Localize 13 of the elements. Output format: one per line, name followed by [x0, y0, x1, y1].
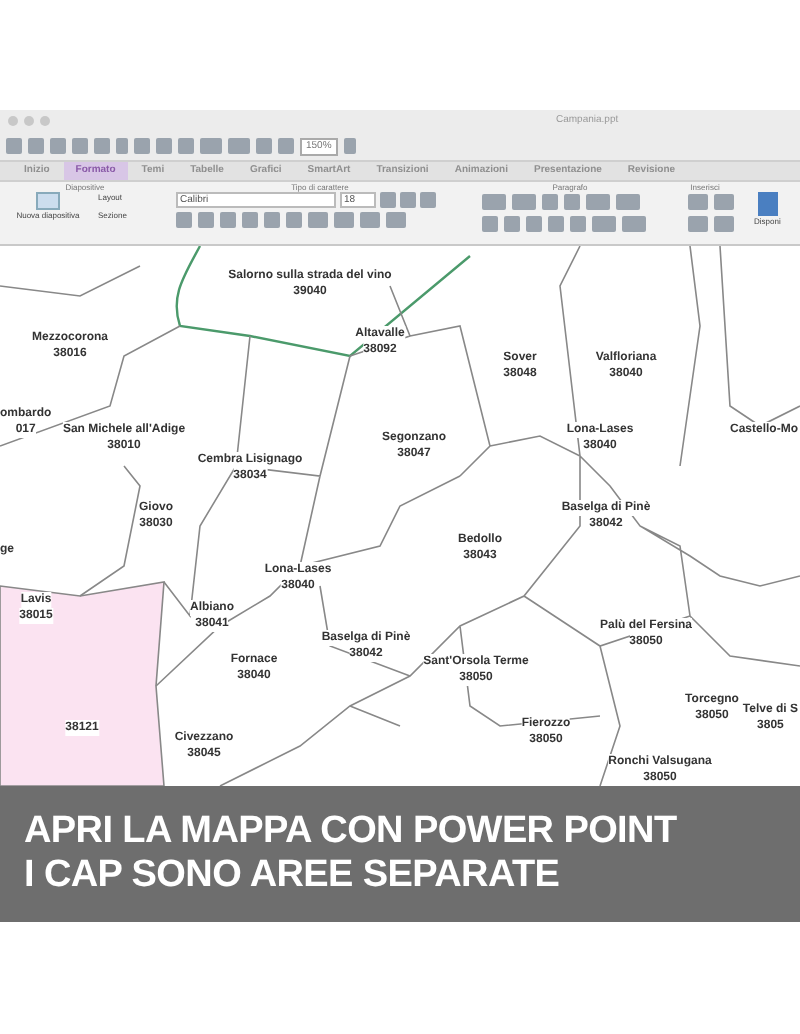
toolbar-icon[interactable] [482, 194, 506, 210]
banner-text: I CAP SONO AREE SEPARATE [24, 854, 562, 898]
toolbar-icon[interactable] [200, 138, 222, 154]
toolbar-icon[interactable] [512, 194, 536, 210]
toolbar-icon[interactable] [228, 138, 250, 154]
toolbar-icon[interactable] [592, 216, 616, 232]
toolbar-icon[interactable] [616, 194, 640, 210]
toolbar-icon[interactable] [586, 194, 610, 210]
toolbar-icon[interactable] [343, 138, 356, 154]
banner-text: APRI LA MAPPA CON POWER POINT [24, 810, 679, 854]
toolbar-icon[interactable] [622, 216, 646, 232]
arrange-icon [757, 192, 778, 216]
slide-icon [36, 192, 60, 210]
